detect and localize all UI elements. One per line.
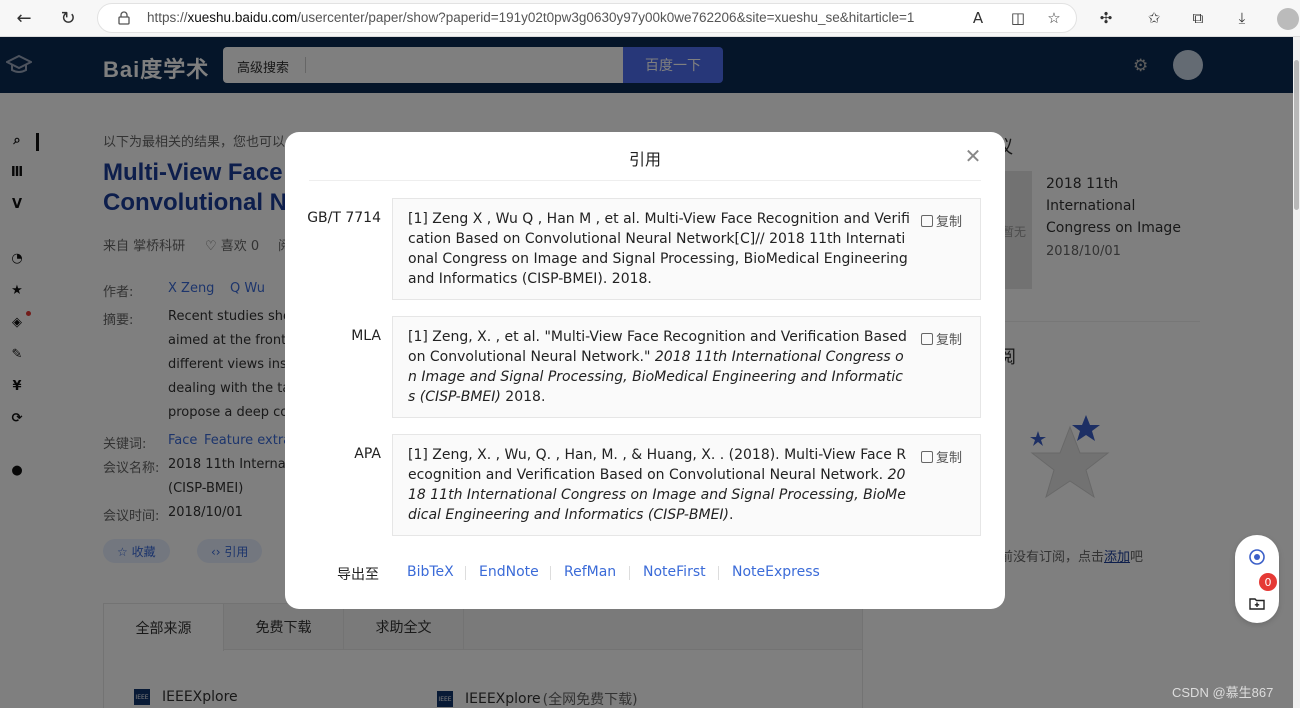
folder-add-icon[interactable]: [1249, 595, 1265, 611]
copy-icon: [921, 450, 933, 463]
split-screen-icon[interactable]: ◫: [1008, 8, 1028, 28]
lock-icon: [118, 11, 130, 25]
copy-label: 复制: [936, 333, 963, 348]
collections-icon[interactable]: ⧉: [1188, 8, 1208, 28]
citation-text[interactable]: [1] Zeng, X. , Wu, Q. , Han, M. , & Huan…: [408, 445, 910, 525]
add-favorite-icon[interactable]: ☆: [1044, 8, 1064, 28]
citation-format-label: MLA: [351, 328, 381, 344]
citation-format-label: GB/T 7714: [307, 210, 381, 226]
citation-format-label: APA: [354, 446, 381, 462]
export-separator: [718, 566, 719, 580]
back-arrow-icon[interactable]: ←: [12, 6, 36, 30]
copy-button[interactable]: 复制: [921, 211, 962, 230]
export-noteexpress-link[interactable]: NoteExpress: [732, 564, 820, 580]
citation-text[interactable]: [1] Zeng, X. , et al. "Multi-View Face R…: [408, 327, 910, 407]
export-label: 导出至: [337, 567, 379, 583]
notification-badge: 0: [1259, 573, 1277, 591]
close-icon[interactable]: ✕: [963, 146, 983, 166]
citation-text[interactable]: [1] Zeng X , Wu Q , Han M , et al. Multi…: [408, 209, 910, 289]
copy-label: 复制: [936, 451, 963, 466]
reload-icon[interactable]: ↻: [56, 6, 80, 30]
copy-icon: [921, 214, 933, 227]
copy-label: 复制: [936, 215, 963, 230]
copy-button[interactable]: 复制: [921, 447, 962, 466]
dialog-divider: [309, 180, 981, 181]
citation-box-mla[interactable]: [1] Zeng, X. , et al. "Multi-View Face R…: [392, 316, 981, 418]
downloads-icon[interactable]: ⤓: [1232, 8, 1252, 28]
copy-button[interactable]: 复制: [921, 329, 962, 348]
citation-dialog: 引用 ✕ GB/T 7714 [1] Zeng X , Wu Q , Han M…: [285, 132, 1005, 609]
export-bibtex-link[interactable]: BibTeX: [407, 564, 454, 580]
url-text: https://xueshu.baidu.com/usercenter/pape…: [147, 10, 915, 25]
favorites-icon[interactable]: ✩: [1144, 8, 1164, 28]
profile-avatar[interactable]: [1277, 8, 1299, 30]
citation-box-gbt[interactable]: [1] Zeng X , Wu Q , Han M , et al. Multi…: [392, 198, 981, 300]
floating-toolbar: 0: [1235, 535, 1279, 623]
browser-toolbar: ← ↻ https://xueshu.baidu.com/usercenter/…: [0, 0, 1300, 37]
read-aloud-icon[interactable]: A: [968, 8, 988, 28]
copy-icon: [921, 332, 933, 345]
citation-box-apa[interactable]: [1] Zeng, X. , Wu, Q. , Han, M. , & Huan…: [392, 434, 981, 536]
extensions-icon[interactable]: ✣: [1096, 8, 1116, 28]
assistant-icon[interactable]: [1249, 549, 1265, 565]
export-separator: [629, 566, 630, 580]
scrollbar-thumb[interactable]: [1294, 60, 1299, 210]
export-refman-link[interactable]: RefMan: [564, 564, 616, 580]
watermark: CSDN @慕生867: [1172, 685, 1274, 700]
export-separator: [465, 566, 466, 580]
address-bar[interactable]: https://xueshu.baidu.com/usercenter/pape…: [97, 3, 1077, 33]
export-notefirst-link[interactable]: NoteFirst: [643, 564, 706, 580]
export-endnote-link[interactable]: EndNote: [479, 564, 539, 580]
export-separator: [550, 566, 551, 580]
dialog-title: 引用: [628, 150, 661, 169]
